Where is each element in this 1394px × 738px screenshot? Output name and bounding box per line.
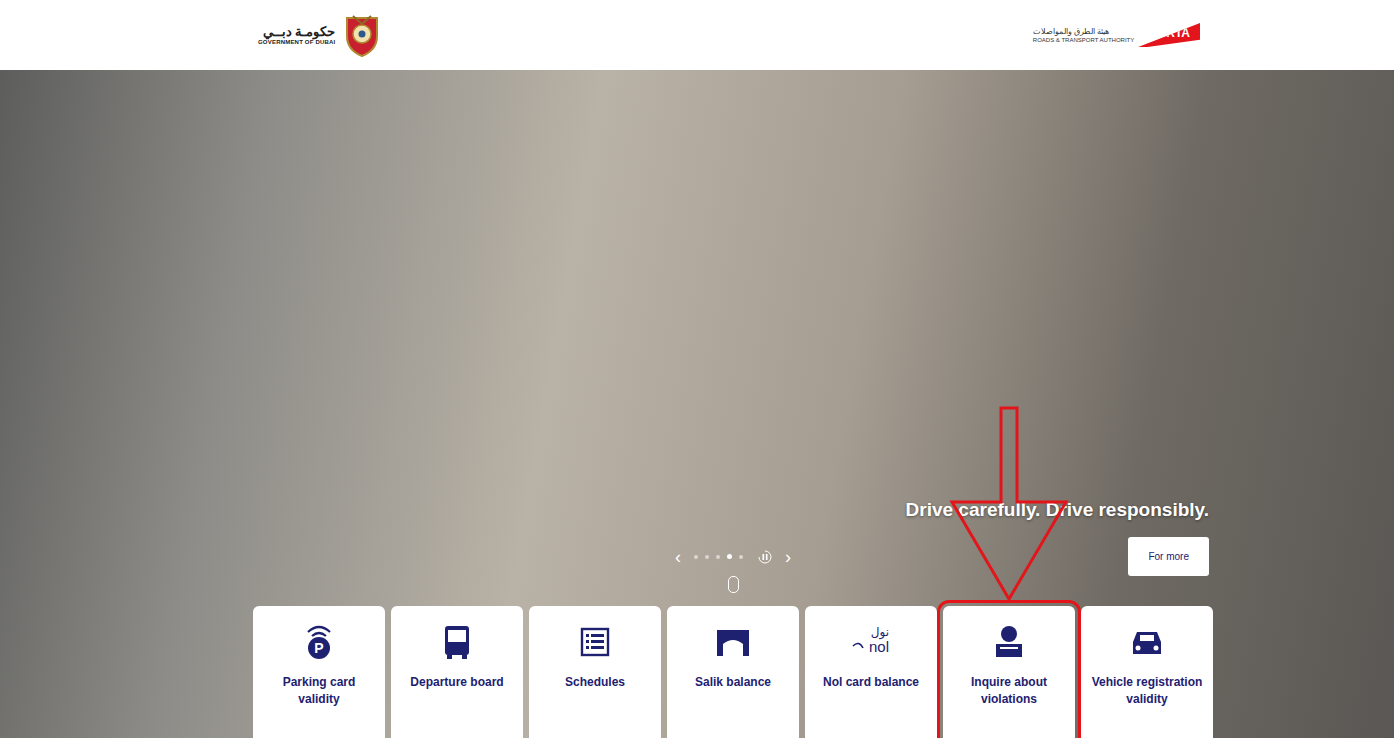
quick-link-card[interactable]: Vehicle registration validity <box>1081 606 1213 738</box>
quick-link-card[interactable]: Inquire about violations <box>943 606 1075 738</box>
bus-icon <box>437 622 477 662</box>
pause-icon[interactable] <box>758 550 772 564</box>
quick-link-label: Departure board <box>410 674 503 691</box>
site-header: حكومـة دبــيGOVERNMENT OF DUBAI هيئة الطر… <box>0 0 1394 70</box>
parking-icon: P <box>299 622 339 662</box>
quick-link-label: Inquire about violations <box>951 674 1067 708</box>
quick-link-card[interactable]: نولnol Nol card balance <box>805 606 937 738</box>
dubai-emblem-icon <box>339 12 385 58</box>
rta-english-name: ROADS & TRANSPORT AUTHORITY <box>1033 37 1134 43</box>
carousel-controls: ‹› <box>669 548 797 566</box>
quick-link-label: Parking card validity <box>261 674 377 708</box>
for-more-button[interactable]: For more <box>1128 537 1209 576</box>
rta-mark: RTA <box>1138 23 1200 47</box>
quick-link-card[interactable]: P Parking card validity <box>253 606 385 738</box>
quick-link-label: Nol card balance <box>823 674 919 691</box>
quick-link-label: Vehicle registration validity <box>1089 674 1205 708</box>
carousel-dot[interactable] <box>694 555 698 559</box>
quick-link-label: Salik balance <box>695 674 771 691</box>
gov-arabic-name: حكومـة دبــي <box>263 25 336 39</box>
scroll-mouse-icon[interactable] <box>728 576 739 593</box>
quick-link-label: Schedules <box>565 674 625 691</box>
prev-button[interactable]: ‹ <box>669 548 687 566</box>
nol-logo-icon: نولnol <box>849 622 893 662</box>
annotation-arrow-icon <box>949 406 1069 602</box>
schedule-list-icon <box>575 622 615 662</box>
quick-links: P Parking card validity Departure board Sch… <box>253 606 1213 738</box>
svg-text:P: P <box>314 640 323 656</box>
rta-logo[interactable]: هيئة الطرق والمواصلاتROADS & TRANSPORT A… <box>1033 23 1200 47</box>
carousel-dot[interactable] <box>716 555 720 559</box>
carousel-dot[interactable] <box>705 555 709 559</box>
car-icon <box>1127 622 1167 662</box>
svg-text:nol: nol <box>869 638 889 655</box>
gov-english-name: GOVERNMENT OF DUBAI <box>258 39 335 45</box>
hero-photo: Drive carefully. Drive responsibly.‹›For… <box>0 70 1394 738</box>
next-button[interactable]: › <box>779 548 797 566</box>
hero-caption: Drive carefully. Drive responsibly. <box>253 498 1213 522</box>
rta-arabic-name: هيئة الطرق والمواصلات <box>1033 27 1109 37</box>
toll-gate-icon <box>713 622 753 662</box>
violation-id-icon <box>989 622 1029 662</box>
quick-link-card[interactable]: Departure board <box>391 606 523 738</box>
rta-homepage: حكومـة دبــيGOVERNMENT OF DUBAI هيئة الطر… <box>0 0 1394 738</box>
quick-link-card[interactable]: Schedules <box>529 606 661 738</box>
carousel-dot[interactable] <box>739 555 743 559</box>
quick-link-card[interactable]: Salik balance <box>667 606 799 738</box>
government-of-dubai-logo[interactable]: حكومـة دبــيGOVERNMENT OF DUBAI <box>258 12 385 58</box>
carousel-dot[interactable] <box>727 554 732 559</box>
